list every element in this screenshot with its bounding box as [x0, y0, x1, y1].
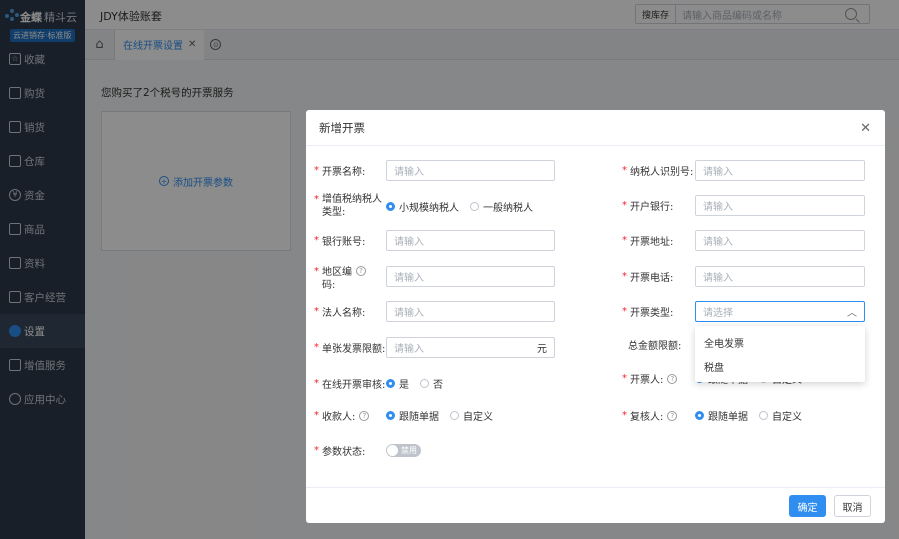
required-mark: *	[314, 306, 319, 317]
field-region-code: * 地区编码:? 请输入	[314, 266, 555, 292]
single-limit-input[interactable]: 请输入元	[386, 337, 555, 358]
region-code-input[interactable]: 请输入	[386, 266, 555, 287]
help-icon[interactable]: ?	[359, 410, 370, 421]
required-mark: *	[622, 373, 627, 384]
radio-unchecked-icon	[759, 411, 768, 420]
field-single-limit: * 单张发票限额: 请输入元	[314, 337, 555, 358]
radio-small-scale[interactable]: 小规模纳税人	[386, 199, 459, 214]
field-invoice-type: * 开票类型: 请选择 ︿	[622, 301, 865, 322]
field-reviewer: * 复核人:? 跟随单据 自定义	[622, 408, 802, 423]
status-switch[interactable]: 禁用	[386, 444, 421, 457]
field-taxpayer-type: * 增值税纳税人类型: 小规模纳税人 一般纳税人	[314, 193, 544, 219]
radio-review-no[interactable]: 否	[420, 376, 443, 391]
required-mark: *	[314, 235, 319, 246]
invoice-phone-input[interactable]: 请输入	[695, 266, 865, 287]
help-icon[interactable]: ?	[356, 266, 366, 276]
required-mark: *	[622, 306, 627, 317]
required-mark: *	[622, 200, 627, 211]
help-icon[interactable]: ?	[667, 410, 678, 421]
field-invoice-name: * 开票名称: 请输入	[314, 160, 555, 181]
confirm-button[interactable]: 确定	[789, 495, 826, 517]
dialog-title: 新增开票	[306, 110, 885, 146]
required-mark: *	[314, 342, 319, 353]
required-mark: *	[314, 410, 319, 421]
radio-checked-icon	[695, 411, 704, 420]
bank-account-input[interactable]: 请输入	[386, 230, 555, 251]
field-legal-person: * 法人名称: 请输入	[314, 301, 555, 322]
radio-review-yes[interactable]: 是	[386, 376, 409, 391]
taxpayer-type-radios: 小规模纳税人 一般纳税人	[386, 193, 544, 219]
dropdown-option-all-electronic[interactable]: 全电发票	[695, 330, 865, 354]
required-mark: *	[314, 266, 319, 277]
radio-checked-icon	[386, 201, 395, 211]
radio-reviewer-follow[interactable]: 跟随单据	[695, 408, 748, 423]
required-mark: *	[314, 165, 319, 176]
required-mark: *	[314, 378, 319, 389]
field-bank-account: * 银行账号: 请输入	[314, 230, 555, 251]
radio-reviewer-custom[interactable]: 自定义	[759, 408, 802, 423]
radio-general[interactable]: 一般纳税人	[470, 199, 533, 214]
invoice-type-dropdown: 全电发票 税盘	[695, 326, 865, 382]
required-mark: *	[622, 235, 627, 246]
required-mark: *	[622, 410, 627, 421]
chevron-up-icon: ︿	[847, 308, 857, 319]
cancel-button[interactable]: 取消	[834, 495, 871, 517]
invoice-address-input[interactable]: 请输入	[695, 230, 865, 251]
radio-unchecked-icon	[420, 379, 429, 388]
dropdown-option-tax-disk[interactable]: 税盘	[695, 354, 865, 378]
required-mark: *	[622, 271, 627, 282]
invoice-type-select[interactable]: 请选择 ︿	[695, 301, 865, 322]
radio-checked-icon	[386, 379, 395, 388]
required-mark: *	[622, 165, 627, 176]
radio-payee-custom[interactable]: 自定义	[450, 408, 493, 423]
field-taxpayer-id: * 纳税人识别号: 请输入	[622, 160, 865, 181]
field-param-status: * 参数状态: 禁用	[314, 443, 421, 458]
field-payee: * 收款人:? 跟随单据 自定义	[314, 408, 493, 423]
invoice-name-input[interactable]: 请输入	[386, 160, 555, 181]
radio-checked-icon	[386, 411, 395, 420]
field-bank: * 开户银行: 请输入	[622, 195, 865, 216]
help-icon[interactable]: ?	[667, 373, 678, 384]
required-mark: *	[314, 445, 319, 456]
radio-unchecked-icon	[450, 411, 459, 420]
bank-input[interactable]: 请输入	[695, 195, 865, 216]
taxpayer-id-input[interactable]: 请输入	[695, 160, 865, 181]
field-invoice-phone: * 开票电话: 请输入	[622, 266, 865, 287]
field-online-review: * 在线开票审核: 是 否	[314, 376, 443, 391]
radio-payee-follow[interactable]: 跟随单据	[386, 408, 439, 423]
legal-person-input[interactable]: 请输入	[386, 301, 555, 322]
currency-unit: 元	[537, 344, 547, 355]
required-mark: *	[314, 194, 319, 205]
field-invoice-address: * 开票地址: 请输入	[622, 230, 865, 251]
close-icon[interactable]: ✕	[860, 121, 871, 136]
radio-unchecked-icon	[470, 201, 479, 211]
